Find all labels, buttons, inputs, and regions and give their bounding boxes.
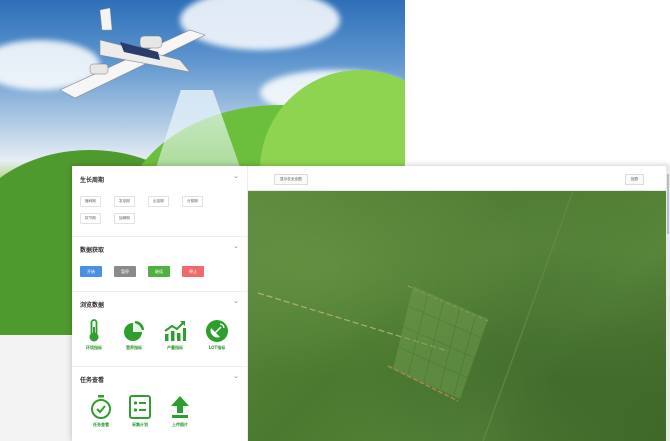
chevron-down-icon[interactable]: ⌄ xyxy=(233,297,239,305)
nutrition-indicator[interactable]: 营养指标 xyxy=(119,319,149,351)
control-panel: 生长周期 ⌄ 播种期 发芽期 出苗期 分蘖期 拔节期 抽穗期 数据获取 ⌄ 开始… xyxy=(72,166,248,441)
chevron-down-icon[interactable]: ⌄ xyxy=(233,242,239,250)
start-button[interactable]: 开始 xyxy=(80,266,102,277)
aerial-map[interactable]: 显示农业全图 回退 xyxy=(248,166,670,441)
indicator-label: 营养指标 xyxy=(126,345,142,350)
timer-check-icon xyxy=(91,395,111,419)
data-acquire-section: 数据获取 ⌄ 开始 暂停 继续 停止 xyxy=(72,236,247,292)
env-indicator[interactable]: 环境指标 xyxy=(79,319,109,351)
section-title: 数据获取 xyxy=(80,247,105,254)
indicator-label: 环境指标 xyxy=(86,345,102,350)
tasks-section: 任务查看 ⌄ 任务查看 采集计划 上传图片 xyxy=(72,366,247,441)
pause-button[interactable]: 暂停 xyxy=(114,266,136,277)
indicator-label: LOT指标 xyxy=(208,345,226,350)
upload-icon xyxy=(171,396,189,418)
task-label: 采集计划 xyxy=(132,422,148,427)
task-view-item[interactable]: 任务查看 xyxy=(86,394,116,428)
section-title: 任务查看 xyxy=(80,377,105,384)
browse-data-section: 浏览数据 ⌄ 环境指标 营养指标 产量指标 LOT指标 xyxy=(72,291,247,367)
stop-button[interactable]: 停止 xyxy=(182,266,204,277)
stage-chip[interactable]: 拔节期 xyxy=(80,213,101,224)
section-title: 生长周期 xyxy=(80,177,105,184)
show-full-map-button[interactable]: 显示农业全图 xyxy=(274,174,308,185)
back-button[interactable]: 回退 xyxy=(624,174,644,185)
yield-indicator[interactable]: 产量指标 xyxy=(160,319,190,351)
crop-field-image xyxy=(248,191,666,441)
airplane-icon xyxy=(59,7,206,99)
lot-indicator[interactable]: LOT指标 xyxy=(202,319,232,351)
stage-chip[interactable]: 出苗期 xyxy=(148,196,169,207)
chevron-down-icon[interactable]: ⌄ xyxy=(233,172,239,180)
pie-chart-icon xyxy=(124,321,144,341)
checklist-icon xyxy=(129,395,151,419)
satellite-dish-icon xyxy=(206,320,228,342)
thermometer-icon xyxy=(89,319,99,342)
map-scrollbar[interactable] xyxy=(666,166,670,441)
dashboard-window: 生长周期 ⌄ 播种期 发芽期 出苗期 分蘖期 拔节期 抽穗期 数据获取 ⌄ 开始… xyxy=(72,166,670,441)
trend-chart-icon xyxy=(164,321,186,341)
section-title: 浏览数据 xyxy=(80,302,105,309)
stage-chip[interactable]: 抽穗期 xyxy=(114,213,135,224)
collection-plan-item[interactable]: 采集计划 xyxy=(125,394,155,428)
indicator-label: 产量指标 xyxy=(167,345,183,350)
task-label: 上传图片 xyxy=(172,422,188,427)
upload-image-item[interactable]: 上传图片 xyxy=(165,394,195,428)
stage-chip[interactable]: 分蘖期 xyxy=(182,196,203,207)
map-toolbar: 显示农业全图 回退 xyxy=(248,166,670,191)
stage-chip[interactable]: 发芽期 xyxy=(114,196,135,207)
task-label: 任务查看 xyxy=(93,422,109,427)
stage-chip[interactable]: 播种期 xyxy=(80,196,101,207)
resume-button[interactable]: 继续 xyxy=(148,266,170,277)
chevron-down-icon[interactable]: ⌄ xyxy=(233,372,239,380)
growth-cycle-section: 生长周期 ⌄ 播种期 发芽期 出苗期 分蘖期 拔节期 抽穗期 xyxy=(72,166,247,237)
